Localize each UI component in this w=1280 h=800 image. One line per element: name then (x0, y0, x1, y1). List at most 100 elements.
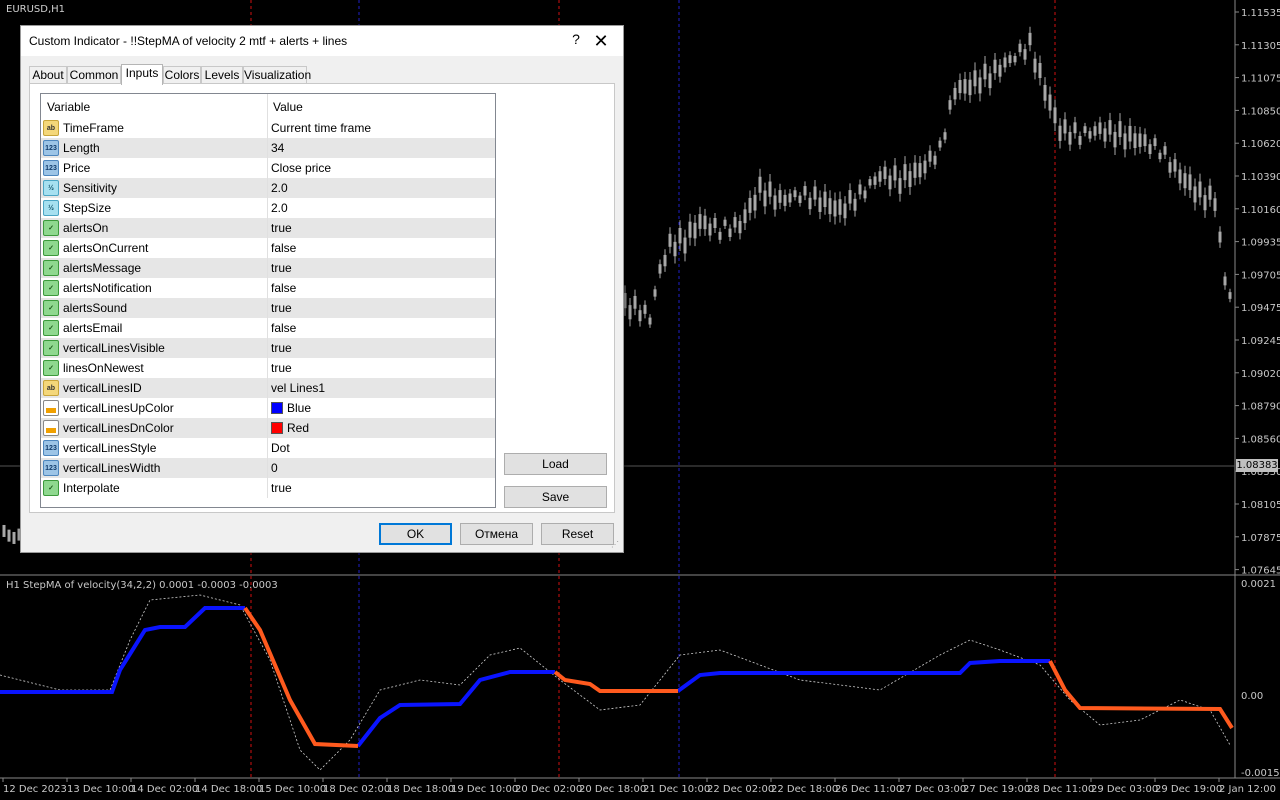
candle-body (1163, 146, 1167, 155)
save-button[interactable]: Save (504, 486, 607, 508)
integer-type-icon: 123 (43, 440, 59, 456)
candle-body (753, 194, 757, 211)
variable-value[interactable]: Red (271, 421, 309, 435)
variable-value[interactable]: Blue (271, 401, 311, 415)
candle-body (913, 162, 917, 178)
table-row[interactable]: 123 Length 34 (41, 138, 495, 158)
candle-body (1148, 144, 1152, 155)
dialog-titlebar[interactable]: Custom Indicator - !!StepMA of velocity … (21, 26, 623, 56)
variable-value[interactable]: true (271, 341, 292, 355)
table-row[interactable]: ✓ alertsEmail false (41, 318, 495, 338)
table-row[interactable]: 123 verticalLinesStyle Dot (41, 438, 495, 458)
reset-button[interactable]: Reset (541, 523, 614, 545)
resize-grip-icon[interactable]: ⋰ (611, 540, 621, 550)
table-row[interactable]: ✓ alertsOn true (41, 218, 495, 238)
column-header-variable[interactable]: Variable (47, 100, 90, 114)
candle-body (973, 70, 977, 87)
candle-body (988, 73, 992, 89)
table-row[interactable]: ab verticalLinesID vel Lines1 (41, 378, 495, 398)
price-tick-label: 1.10850 (1241, 106, 1280, 117)
candle-body (918, 163, 922, 178)
table-row[interactable]: verticalLinesUpColor Blue (41, 398, 495, 418)
tab-about[interactable]: About (29, 66, 67, 84)
variable-value[interactable]: 2.0 (271, 201, 288, 215)
string-type-icon: ab (43, 120, 59, 136)
candle-body (1038, 63, 1042, 78)
variable-value[interactable]: true (271, 481, 292, 495)
table-row[interactable]: ½ Sensitivity 2.0 (41, 178, 495, 198)
variable-value[interactable]: true (271, 221, 292, 235)
load-button[interactable]: Load (504, 453, 607, 475)
candle-body (1018, 43, 1022, 53)
time-tick-label: 27 Dec 19:00 (963, 784, 1030, 795)
table-row[interactable]: ab TimeFrame Current time frame (41, 118, 495, 138)
variable-value[interactable]: vel Lines1 (271, 381, 325, 395)
candle-body (893, 165, 897, 181)
close-icon[interactable]: ✕ (589, 29, 613, 53)
variable-value[interactable]: 0 (271, 461, 278, 475)
tab-common[interactable]: Common (67, 66, 121, 84)
variable-value[interactable]: 34 (271, 141, 284, 155)
variable-name: Price (63, 161, 91, 175)
current-price-badge: 1.08383 (1236, 459, 1278, 472)
variable-value[interactable]: 2.0 (271, 181, 288, 195)
variable-name: verticalLinesWidth (63, 461, 161, 475)
ok-button[interactable]: OK (379, 523, 452, 545)
table-row[interactable]: ✓ alertsSound true (41, 298, 495, 318)
candle-body (668, 233, 672, 247)
inputs-grid[interactable]: Variable Value ab TimeFrame Current time f… (40, 93, 496, 508)
dialog-title: Custom Indicator - !!StepMA of velocity … (29, 34, 348, 48)
table-row[interactable]: 123 Price Close price (41, 158, 495, 178)
table-row[interactable]: 123 verticalLinesWidth 0 (41, 458, 495, 478)
candle-body (1223, 276, 1227, 286)
candle-body (1113, 131, 1117, 148)
variable-value[interactable]: Close price (271, 161, 331, 175)
candle-body (1128, 125, 1132, 142)
indicator-tick-label: 0.0021 (1241, 579, 1276, 590)
candle-body (808, 197, 812, 210)
time-tick-label: 28 Dec 11:00 (1027, 784, 1094, 795)
table-row[interactable]: ✓ Interpolate true (41, 478, 495, 498)
candle-body (843, 203, 847, 219)
color-type-icon (43, 400, 59, 416)
variable-value[interactable]: false (271, 241, 296, 255)
candle-body (1093, 126, 1097, 136)
time-tick-label: 2 Jan 12:00 (1219, 784, 1276, 795)
candle-body (1058, 125, 1062, 141)
variable-name: verticalLinesUpColor (63, 401, 174, 415)
candle-body (708, 223, 712, 236)
table-row[interactable]: ½ StepSize 2.0 (41, 198, 495, 218)
variable-value[interactable]: true (271, 261, 292, 275)
tab-visualization[interactable]: Visualization (243, 66, 311, 84)
variable-value[interactable]: true (271, 361, 292, 375)
tab-colors[interactable]: Colors (163, 66, 201, 84)
boolean-type-icon: ✓ (43, 240, 59, 256)
table-row[interactable]: ✓ linesOnNewest true (41, 358, 495, 378)
table-row[interactable]: ✓ alertsMessage true (41, 258, 495, 278)
variable-value[interactable]: false (271, 321, 296, 335)
price-tick-label: 1.11535 (1241, 8, 1280, 19)
help-button[interactable]: ? (565, 31, 587, 51)
table-row[interactable]: ✓ alertsNotification false (41, 278, 495, 298)
integer-type-icon: 123 (43, 140, 59, 156)
candle-body (1178, 169, 1182, 184)
table-row[interactable]: ✓ verticalLinesVisible true (41, 338, 495, 358)
candle-body (933, 155, 937, 165)
candle-body (1023, 49, 1027, 60)
variable-name: Interpolate (63, 481, 120, 495)
candle-body (713, 217, 717, 228)
variable-value[interactable]: false (271, 281, 296, 295)
variable-value[interactable]: true (271, 301, 292, 315)
column-header-value[interactable]: Value (273, 100, 303, 114)
tab-levels[interactable]: Levels (201, 66, 243, 84)
table-row[interactable]: ✓ alertsOnCurrent false (41, 238, 495, 258)
variable-value[interactable]: Current time frame (271, 121, 371, 135)
tab-inputs[interactable]: Inputs (121, 64, 163, 85)
custom-indicator-dialog[interactable]: Custom Indicator - !!StepMA of velocity … (20, 25, 624, 553)
cancel-button[interactable]: Отмена (460, 523, 533, 545)
boolean-type-icon: ✓ (43, 260, 59, 276)
variable-value[interactable]: Dot (271, 441, 290, 455)
candle-body (653, 289, 657, 297)
table-row[interactable]: verticalLinesDnColor Red (41, 418, 495, 438)
grid-header: Variable Value (41, 94, 495, 118)
